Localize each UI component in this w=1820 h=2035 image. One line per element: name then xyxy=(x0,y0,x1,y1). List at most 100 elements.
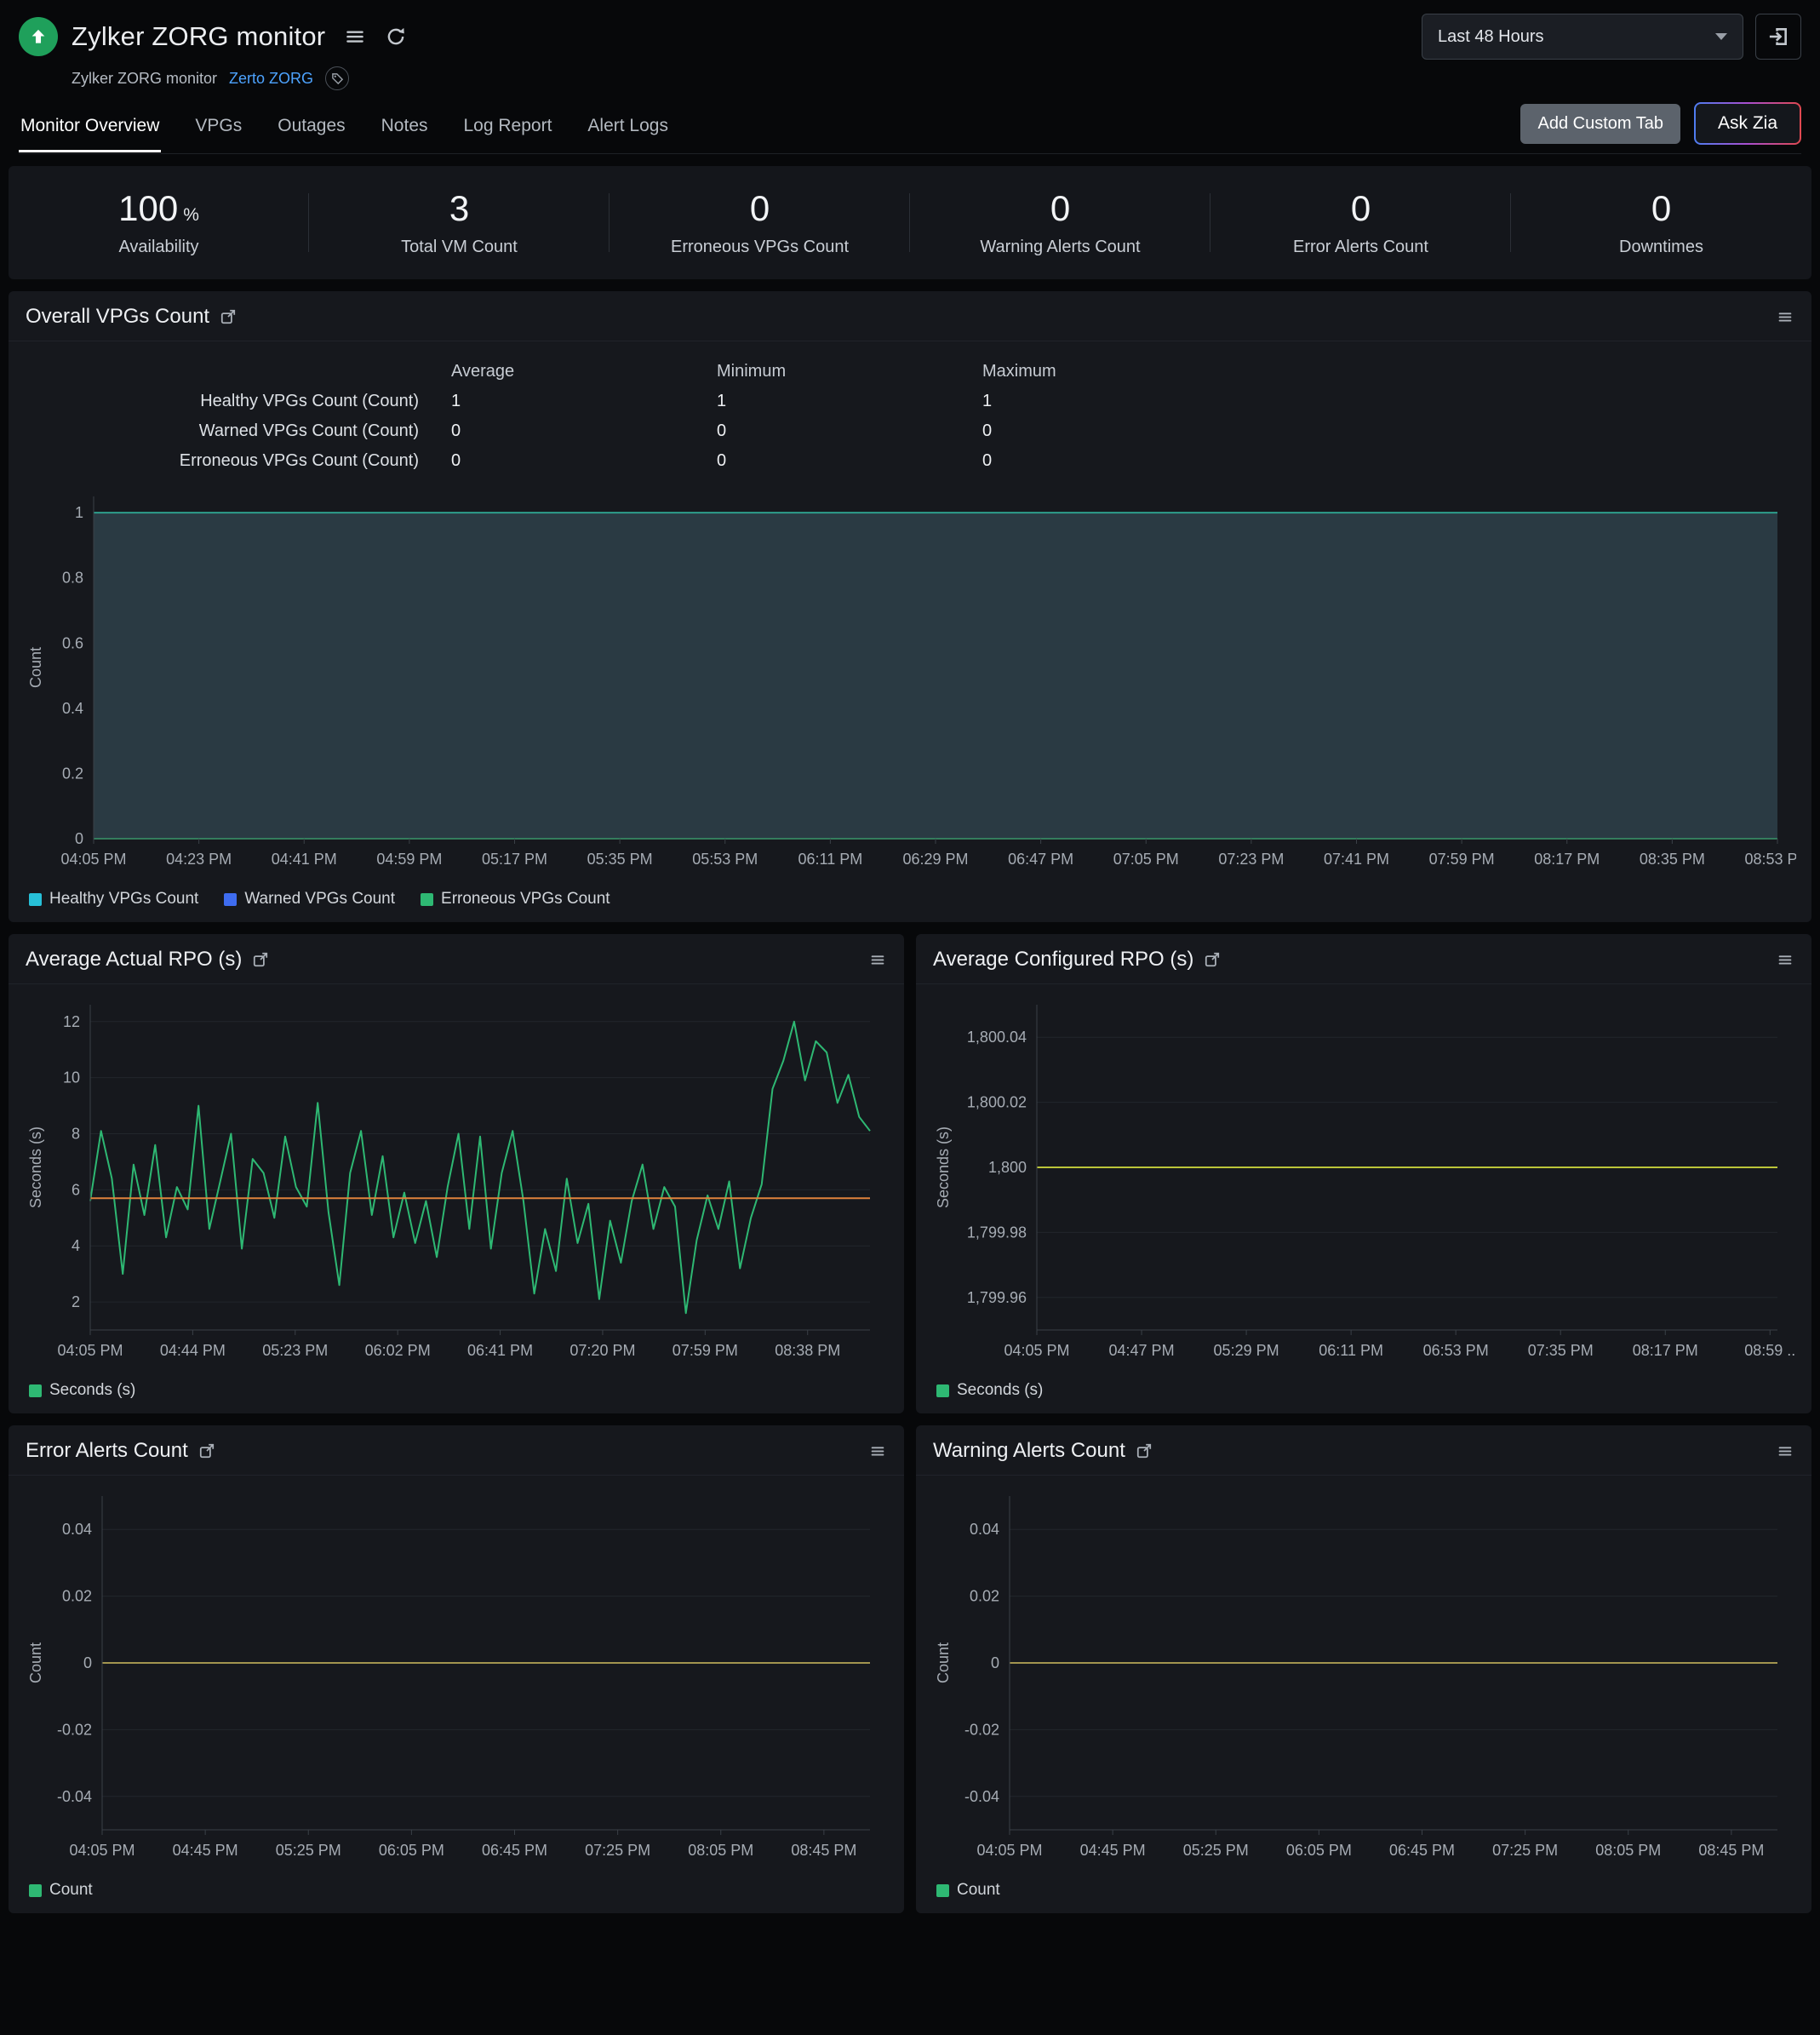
svg-text:8: 8 xyxy=(72,1125,80,1142)
svg-text:07:23 PM: 07:23 PM xyxy=(1218,851,1284,868)
svg-text:1,800: 1,800 xyxy=(988,1159,1027,1176)
table-cell: 0 xyxy=(982,451,1811,471)
stat-value: 0 xyxy=(1210,188,1511,229)
table-cell: 1 xyxy=(982,392,1811,411)
tab-monitor-overview[interactable]: Monitor Overview xyxy=(19,104,161,152)
svg-text:07:59 PM: 07:59 PM xyxy=(1429,851,1495,868)
refresh-icon[interactable] xyxy=(385,26,407,48)
svg-text:0.02: 0.02 xyxy=(62,1588,92,1605)
svg-text:0.04: 0.04 xyxy=(62,1521,92,1538)
svg-text:-0.02: -0.02 xyxy=(964,1721,999,1738)
svg-text:12: 12 xyxy=(63,1013,80,1030)
stat-label: Availability xyxy=(9,238,309,257)
panel-title: Warning Alerts Count xyxy=(933,1439,1125,1463)
svg-text:4: 4 xyxy=(72,1237,80,1254)
table-cell: 1 xyxy=(451,392,717,411)
panel-average-actual-rpo: Average Actual RPO (s) 2468101204:05 PM0… xyxy=(9,934,904,1413)
svg-text:08:17 PM: 08:17 PM xyxy=(1534,851,1600,868)
add-custom-tab-button[interactable]: Add Custom Tab xyxy=(1520,104,1680,144)
svg-text:0.4: 0.4 xyxy=(62,700,83,717)
svg-text:05:35 PM: 05:35 PM xyxy=(587,851,653,868)
svg-text:06:47 PM: 06:47 PM xyxy=(1008,851,1073,868)
expand-chart-icon[interactable] xyxy=(198,1442,215,1459)
svg-text:08:38 PM: 08:38 PM xyxy=(775,1342,840,1359)
tab-vpgs[interactable]: VPGs xyxy=(193,104,243,152)
stat-value: 100% xyxy=(9,188,309,229)
table-cell: 1 xyxy=(717,392,982,411)
menu-icon[interactable] xyxy=(344,26,366,48)
summary-stats: 100% Availability 3 Total VM Count 0 Err… xyxy=(9,166,1811,279)
table-cell: 0 xyxy=(982,421,1811,441)
svg-text:08:35 PM: 08:35 PM xyxy=(1640,851,1705,868)
svg-text:0.6: 0.6 xyxy=(62,634,83,651)
svg-text:10: 10 xyxy=(63,1069,80,1086)
chart-legend: Seconds (s) xyxy=(9,1374,904,1405)
svg-text:06:05 PM: 06:05 PM xyxy=(379,1842,444,1859)
panel-warning-alerts-count: Warning Alerts Count -0.04-0.0200.020.04… xyxy=(916,1425,1811,1913)
legend-swatch xyxy=(936,1884,949,1897)
svg-text:06:11 PM: 06:11 PM xyxy=(1319,1342,1383,1359)
svg-text:1,799.98: 1,799.98 xyxy=(967,1224,1027,1241)
svg-text:08:53 PM: 08:53 PM xyxy=(1744,851,1796,868)
svg-text:05:25 PM: 05:25 PM xyxy=(1183,1842,1249,1859)
tab-alert-logs[interactable]: Alert Logs xyxy=(586,104,670,152)
svg-text:08:45 PM: 08:45 PM xyxy=(791,1842,856,1859)
tag-icon[interactable] xyxy=(325,66,349,90)
stat-error-alerts-count: 0 Error Alerts Count xyxy=(1210,188,1511,257)
expand-chart-icon[interactable] xyxy=(220,308,237,325)
svg-text:05:23 PM: 05:23 PM xyxy=(262,1342,328,1359)
popout-button[interactable] xyxy=(1755,14,1801,60)
tab-outages[interactable]: Outages xyxy=(276,104,346,152)
svg-text:06:53 PM: 06:53 PM xyxy=(1423,1342,1489,1359)
legend-swatch xyxy=(29,1884,42,1897)
expand-chart-icon[interactable] xyxy=(1136,1442,1153,1459)
warning-alerts-chart: -0.04-0.0200.020.0404:05 PM04:45 PM05:25… xyxy=(928,1482,1796,1874)
breadcrumb: Zylker ZORG monitor Zerto ZORG xyxy=(72,66,1801,90)
panel-menu-icon[interactable] xyxy=(868,950,887,969)
table-row-label: Erroneous VPGs Count (Count) xyxy=(9,451,451,471)
average-configured-rpo-chart: 1,799.961,799.981,8001,800.021,800.0404:… xyxy=(928,991,1796,1374)
svg-text:2: 2 xyxy=(72,1293,80,1310)
svg-text:04:05 PM: 04:05 PM xyxy=(57,1342,123,1359)
expand-chart-icon[interactable] xyxy=(1204,951,1221,968)
svg-text:0: 0 xyxy=(83,1654,92,1671)
table-header: Maximum xyxy=(982,362,1811,381)
tab-log-report[interactable]: Log Report xyxy=(462,104,554,152)
panel-menu-icon[interactable] xyxy=(1776,950,1794,969)
breadcrumb-link[interactable]: Zerto ZORG xyxy=(229,70,313,88)
svg-text:Count: Count xyxy=(27,647,44,688)
panel-title: Overall VPGs Count xyxy=(26,305,209,329)
chart-legend: Count xyxy=(9,1874,904,1905)
header: Zylker ZORG monitor Last 48 Hours Zylker… xyxy=(0,0,1820,154)
svg-text:04:23 PM: 04:23 PM xyxy=(166,851,232,868)
panel-overall-vpgs-count: Overall VPGs Count Average Minimum Maxim… xyxy=(9,291,1811,922)
panel-menu-icon[interactable] xyxy=(1776,307,1794,326)
svg-text:06:45 PM: 06:45 PM xyxy=(1389,1842,1455,1859)
svg-text:Count: Count xyxy=(935,1642,952,1683)
panel-menu-icon[interactable] xyxy=(1776,1442,1794,1460)
tab-notes[interactable]: Notes xyxy=(380,104,430,152)
legend-item: Erroneous VPGs Count xyxy=(421,890,610,909)
table-cell: 0 xyxy=(451,421,717,441)
stat-value: 0 xyxy=(610,188,910,229)
panel-menu-icon[interactable] xyxy=(868,1442,887,1460)
stat-downtimes: 0 Downtimes xyxy=(1511,188,1811,257)
svg-text:05:17 PM: 05:17 PM xyxy=(482,851,547,868)
stat-label: Total VM Count xyxy=(309,238,610,257)
table-header: Average xyxy=(451,362,717,381)
svg-text:Seconds (s): Seconds (s) xyxy=(935,1126,952,1208)
svg-text:-0.04: -0.04 xyxy=(57,1788,92,1805)
svg-text:05:53 PM: 05:53 PM xyxy=(692,851,758,868)
ask-zia-button[interactable]: Ask Zia xyxy=(1694,102,1801,145)
svg-text:06:45 PM: 06:45 PM xyxy=(482,1842,547,1859)
svg-text:07:59 PM: 07:59 PM xyxy=(672,1342,738,1359)
svg-text:0.2: 0.2 xyxy=(62,765,83,782)
expand-chart-icon[interactable] xyxy=(252,951,269,968)
svg-text:07:41 PM: 07:41 PM xyxy=(1324,851,1389,868)
panel-title: Average Actual RPO (s) xyxy=(26,948,242,972)
time-range-select[interactable]: Last 48 Hours xyxy=(1422,14,1743,60)
stat-value: 0 xyxy=(1511,188,1811,229)
svg-text:07:05 PM: 07:05 PM xyxy=(1113,851,1179,868)
stat-label: Error Alerts Count xyxy=(1210,238,1511,257)
legend-item: Seconds (s) xyxy=(936,1381,1043,1400)
